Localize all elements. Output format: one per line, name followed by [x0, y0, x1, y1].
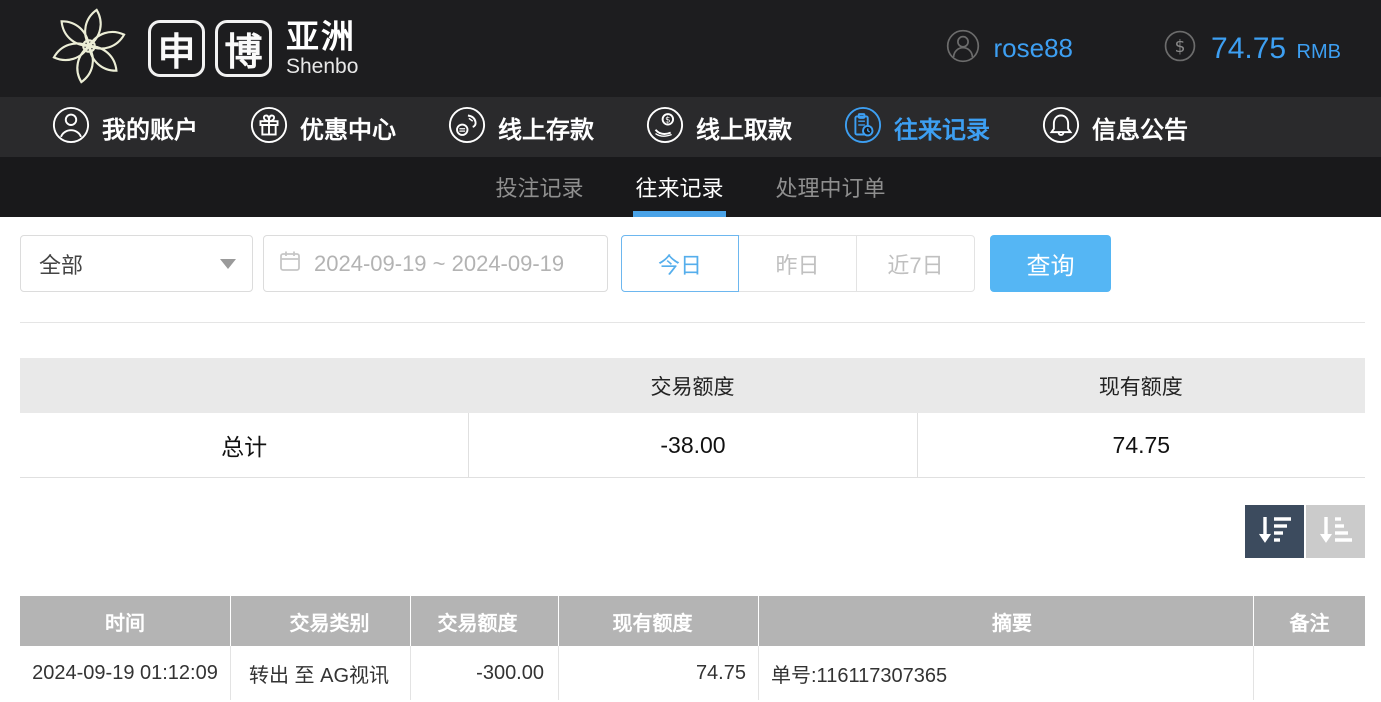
chevron-down-icon	[220, 258, 236, 269]
balance-currency: RMB	[1296, 40, 1341, 63]
subtab-label: 往来记录	[635, 176, 724, 201]
today-button[interactable]: 今日	[621, 235, 739, 292]
gift-icon	[250, 106, 288, 149]
table-row: 2024-09-19 01:12:09 转出 至 AG视讯 -300.00 74…	[20, 646, 1365, 700]
cell-time: 2024-09-19 01:12:09	[32, 661, 218, 684]
cell-current-balance: 74.75	[558, 646, 758, 700]
filter-bar: 全部 2024-09-19 ~ 2024-09-19 今日 昨日 近7日 查询	[20, 235, 1365, 292]
sort-controls	[20, 505, 1365, 558]
col-header-summary: 摘要	[758, 596, 1253, 646]
withdraw-icon: $	[646, 106, 684, 149]
username: rose88	[993, 33, 1074, 63]
col-header-time: 时间	[105, 612, 145, 635]
records-table: 时间 交易类别 交易额度 现有额度 摘要 备注 2024-09-19 01:12…	[20, 596, 1365, 700]
dollar-coin-icon: $	[1163, 29, 1197, 68]
sort-descending-icon	[1256, 513, 1294, 550]
nav-item-deposit[interactable]: 线上存款	[448, 106, 594, 149]
brand-region: 亚洲	[286, 18, 356, 55]
user-account[interactable]: rose88	[946, 29, 1074, 68]
quick-date-buttons: 今日 昨日 近7日	[621, 235, 975, 292]
nav-label: 优惠中心	[300, 116, 396, 144]
nav-item-promotions[interactable]: 优惠中心	[250, 106, 396, 149]
nav-label: 往来记录	[894, 116, 990, 144]
cell-summary: 单号:116117307365	[758, 646, 1253, 700]
col-header-remarks: 备注	[1253, 596, 1365, 646]
nav-item-transaction-records[interactable]: 往来记录	[844, 106, 990, 149]
type-select[interactable]: 全部	[20, 235, 253, 292]
bell-icon	[1042, 106, 1080, 149]
summary-header-transaction-amount: 交易额度	[650, 375, 735, 399]
balance-amount: 74.75	[1211, 31, 1287, 65]
nav-item-my-account[interactable]: 我的账户	[52, 106, 198, 149]
records-header-row: 时间 交易类别 交易额度 现有额度 摘要 备注	[20, 596, 1365, 646]
svg-text:$: $	[665, 115, 670, 125]
summary-table: 交易额度 现有额度 总计 -38.00 74.75	[20, 358, 1365, 478]
col-header-transaction-amount: 交易额度	[410, 596, 558, 646]
nav-item-withdraw[interactable]: $ 线上取款	[646, 106, 792, 149]
calendar-icon	[278, 249, 302, 279]
cell-transaction-amount: -300.00	[410, 646, 558, 700]
sort-ascending-icon	[1317, 513, 1355, 550]
nav-item-announcements[interactable]: 信息公告	[1042, 106, 1188, 149]
sort-descending-button[interactable]	[1245, 505, 1304, 558]
summary-total-label: 总计	[221, 434, 268, 460]
summary-header-current-balance: 现有额度	[1098, 375, 1183, 399]
date-range-value: 2024-09-19 ~ 2024-09-19	[314, 250, 565, 276]
tab-processing-orders[interactable]: 处理中订单	[774, 157, 888, 217]
deposit-icon	[448, 106, 486, 149]
summary-current-balance: 74.75	[916, 413, 1365, 477]
records-icon	[844, 106, 882, 149]
cell-remarks	[1253, 646, 1365, 700]
tab-transaction-records[interactable]: 往来记录	[633, 157, 726, 217]
sub-navigation: 投注记录 往来记录 处理中订单	[0, 157, 1381, 217]
last7days-button[interactable]: 近7日	[857, 235, 975, 292]
logo-char-shen: 申	[148, 20, 205, 77]
tab-bet-records[interactable]: 投注记录	[493, 157, 585, 217]
nav-label: 线上取款	[696, 116, 792, 144]
logo-char-bo: 博	[215, 20, 272, 77]
col-header-transaction-type: 交易类别	[230, 596, 410, 646]
summary-header-row: 交易额度 现有额度	[20, 358, 1365, 413]
brand-logo[interactable]: 申 博 亚洲 Shenbo	[48, 5, 358, 92]
query-button[interactable]: 查询	[990, 235, 1111, 292]
balance[interactable]: $ 74.75 RMB	[1163, 29, 1341, 68]
type-select-value: 全部	[39, 252, 84, 278]
user-icon	[52, 106, 90, 149]
top-header: 申 博 亚洲 Shenbo rose88 $ 74.75 RMB	[0, 0, 1381, 97]
subtab-label: 投注记录	[495, 176, 584, 201]
flower-logo-icon	[48, 5, 130, 92]
date-range-input[interactable]: 2024-09-19 ~ 2024-09-19	[263, 235, 608, 292]
nav-label: 线上存款	[498, 116, 594, 144]
cell-transaction-type: 转出 至 AG视讯	[230, 646, 410, 700]
user-avatar-icon	[946, 29, 980, 68]
main-navigation: 我的账户 优惠中心 线上存款 $ 线上取款 往来记录 信息公告	[0, 97, 1381, 157]
brand-subtitle: Shenbo	[286, 55, 359, 78]
nav-label: 信息公告	[1092, 116, 1188, 144]
user-bar: rose88 $ 74.75 RMB	[946, 29, 1341, 68]
summary-header-empty	[20, 358, 468, 413]
section-divider	[20, 322, 1365, 323]
nav-label: 我的账户	[102, 116, 198, 144]
sort-ascending-button[interactable]	[1306, 505, 1365, 558]
yesterday-button[interactable]: 昨日	[739, 235, 857, 292]
col-header-current-balance: 现有额度	[558, 596, 758, 646]
main-content: 全部 2024-09-19 ~ 2024-09-19 今日 昨日 近7日 查询	[0, 217, 1381, 700]
summary-total-row: 总计 -38.00 74.75	[20, 413, 1365, 478]
subtab-label: 处理中订单	[775, 176, 886, 201]
summary-transaction-amount: -38.00	[468, 413, 916, 477]
svg-text:$: $	[1175, 37, 1186, 57]
active-tab-underline	[633, 211, 726, 217]
